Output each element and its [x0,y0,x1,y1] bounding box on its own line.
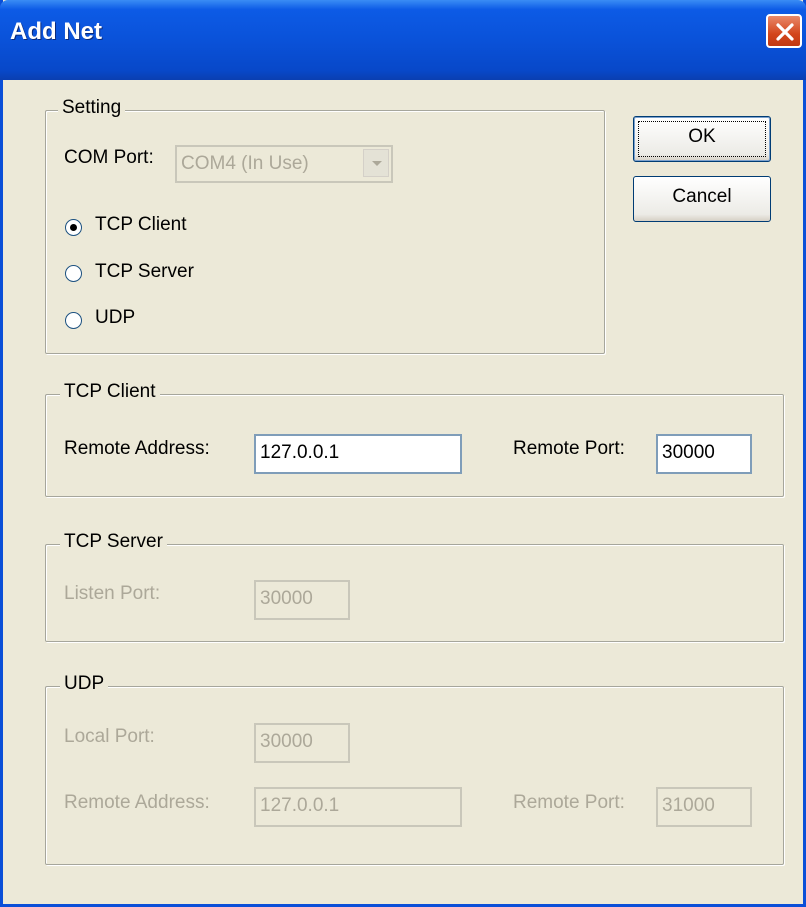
udp-remote-port-input[interactable]: 31000 [656,787,752,827]
udp-group-title: UDP [60,673,109,695]
close-button[interactable] [766,14,802,48]
setting-group-title: Setting [58,97,126,119]
udp-remote-address-label: Remote Address: [64,792,210,813]
udp-group: UDP [45,673,784,865]
udp-remote-port-label: Remote Port: [513,792,625,813]
radio-udp[interactable] [65,312,82,329]
udp-remote-address-input[interactable]: 127.0.0.1 [254,787,462,827]
tcp-client-remote-address-label: Remote Address: [64,438,210,459]
radio-tcp-client[interactable] [65,219,82,236]
tcp-client-remote-port-label: Remote Port: [513,438,625,459]
chevron-down-icon[interactable] [363,149,389,177]
add-net-dialog: Add Net OK Cancel Setting COM Port: COM4… [0,0,806,907]
close-icon [776,23,794,41]
title-bar[interactable]: Add Net [0,0,806,80]
udp-local-port-label: Local Port: [64,726,155,747]
tcp-client-remote-address-input[interactable]: 127.0.0.1 [254,434,462,474]
radio-tcp-client-label[interactable]: TCP Client [95,214,187,236]
com-port-select[interactable]: COM4 (In Use) [175,145,393,183]
listen-port-label: Listen Port: [64,583,161,604]
tcp-server-group-title: TCP Server [60,531,167,553]
com-port-value: COM4 (In Use) [181,153,309,174]
ok-button-label: OK [688,126,716,147]
cancel-button[interactable]: Cancel [633,176,771,222]
listen-port-input[interactable]: 30000 [254,580,350,620]
udp-local-port-input[interactable]: 30000 [254,723,350,763]
radio-udp-label[interactable]: UDP [95,307,135,329]
tcp-client-group-title: TCP Client [60,381,160,403]
ok-button[interactable]: OK [633,116,771,162]
com-port-label: COM Port: [64,147,154,168]
radio-tcp-server[interactable] [65,265,82,282]
window-title: Add Net [10,18,102,45]
radio-tcp-server-label[interactable]: TCP Server [95,261,194,283]
tcp-client-remote-port-input[interactable]: 30000 [656,434,752,474]
cancel-button-label: Cancel [672,186,732,207]
